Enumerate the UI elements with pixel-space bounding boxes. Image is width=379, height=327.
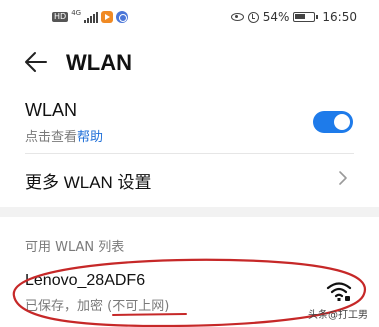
battery-icon: [293, 12, 319, 22]
more-wlan-settings-label: 更多 WLAN 设置: [25, 173, 152, 192]
watermark: 头条@打工男: [308, 310, 368, 321]
available-networks-header: 可用 WLAN 列表: [25, 240, 125, 255]
divider: [25, 153, 354, 154]
browser-icon: [116, 11, 129, 23]
status-time: 16:50: [322, 10, 357, 24]
help-link[interactable]: 帮助: [77, 130, 103, 145]
page-title: WLAN: [66, 50, 132, 75]
back-arrow-icon[interactable]: [22, 48, 50, 76]
app-notification-icon: [101, 11, 114, 23]
network-name: Lenovo_28ADF6: [25, 272, 146, 289]
status-right-group: 54% 16:50: [230, 10, 357, 24]
network-type-label: 4G: [71, 9, 82, 17]
more-wlan-settings-row[interactable]: 更多 WLAN 设置: [0, 156, 379, 202]
network-status: 已保存，加密 (不可上网): [25, 299, 170, 314]
wlan-label: WLAN: [25, 100, 78, 120]
wifi-signal-icon: [326, 282, 352, 301]
battery-percent: 54%: [262, 10, 290, 24]
status-bar: HD 4G 54% 16:50: [0, 0, 379, 36]
wlan-toggle-row[interactable]: WLAN 点击查看帮助: [0, 96, 379, 152]
wlan-subtitle: 点击查看帮助: [25, 126, 103, 145]
signal-icon: [84, 11, 99, 23]
hd-icon: HD: [52, 12, 69, 22]
wlan-subtitle-text: 点击查看: [25, 130, 78, 145]
wlan-toggle-switch[interactable]: [313, 111, 353, 133]
status-left-group: HD 4G: [52, 9, 129, 23]
alarm-icon: [247, 11, 259, 23]
page-header: WLAN: [0, 42, 379, 82]
chevron-right-icon: [339, 171, 347, 185]
section-separator: [0, 207, 379, 217]
eye-comfort-icon: [230, 13, 244, 21]
toggle-knob: [334, 114, 350, 130]
